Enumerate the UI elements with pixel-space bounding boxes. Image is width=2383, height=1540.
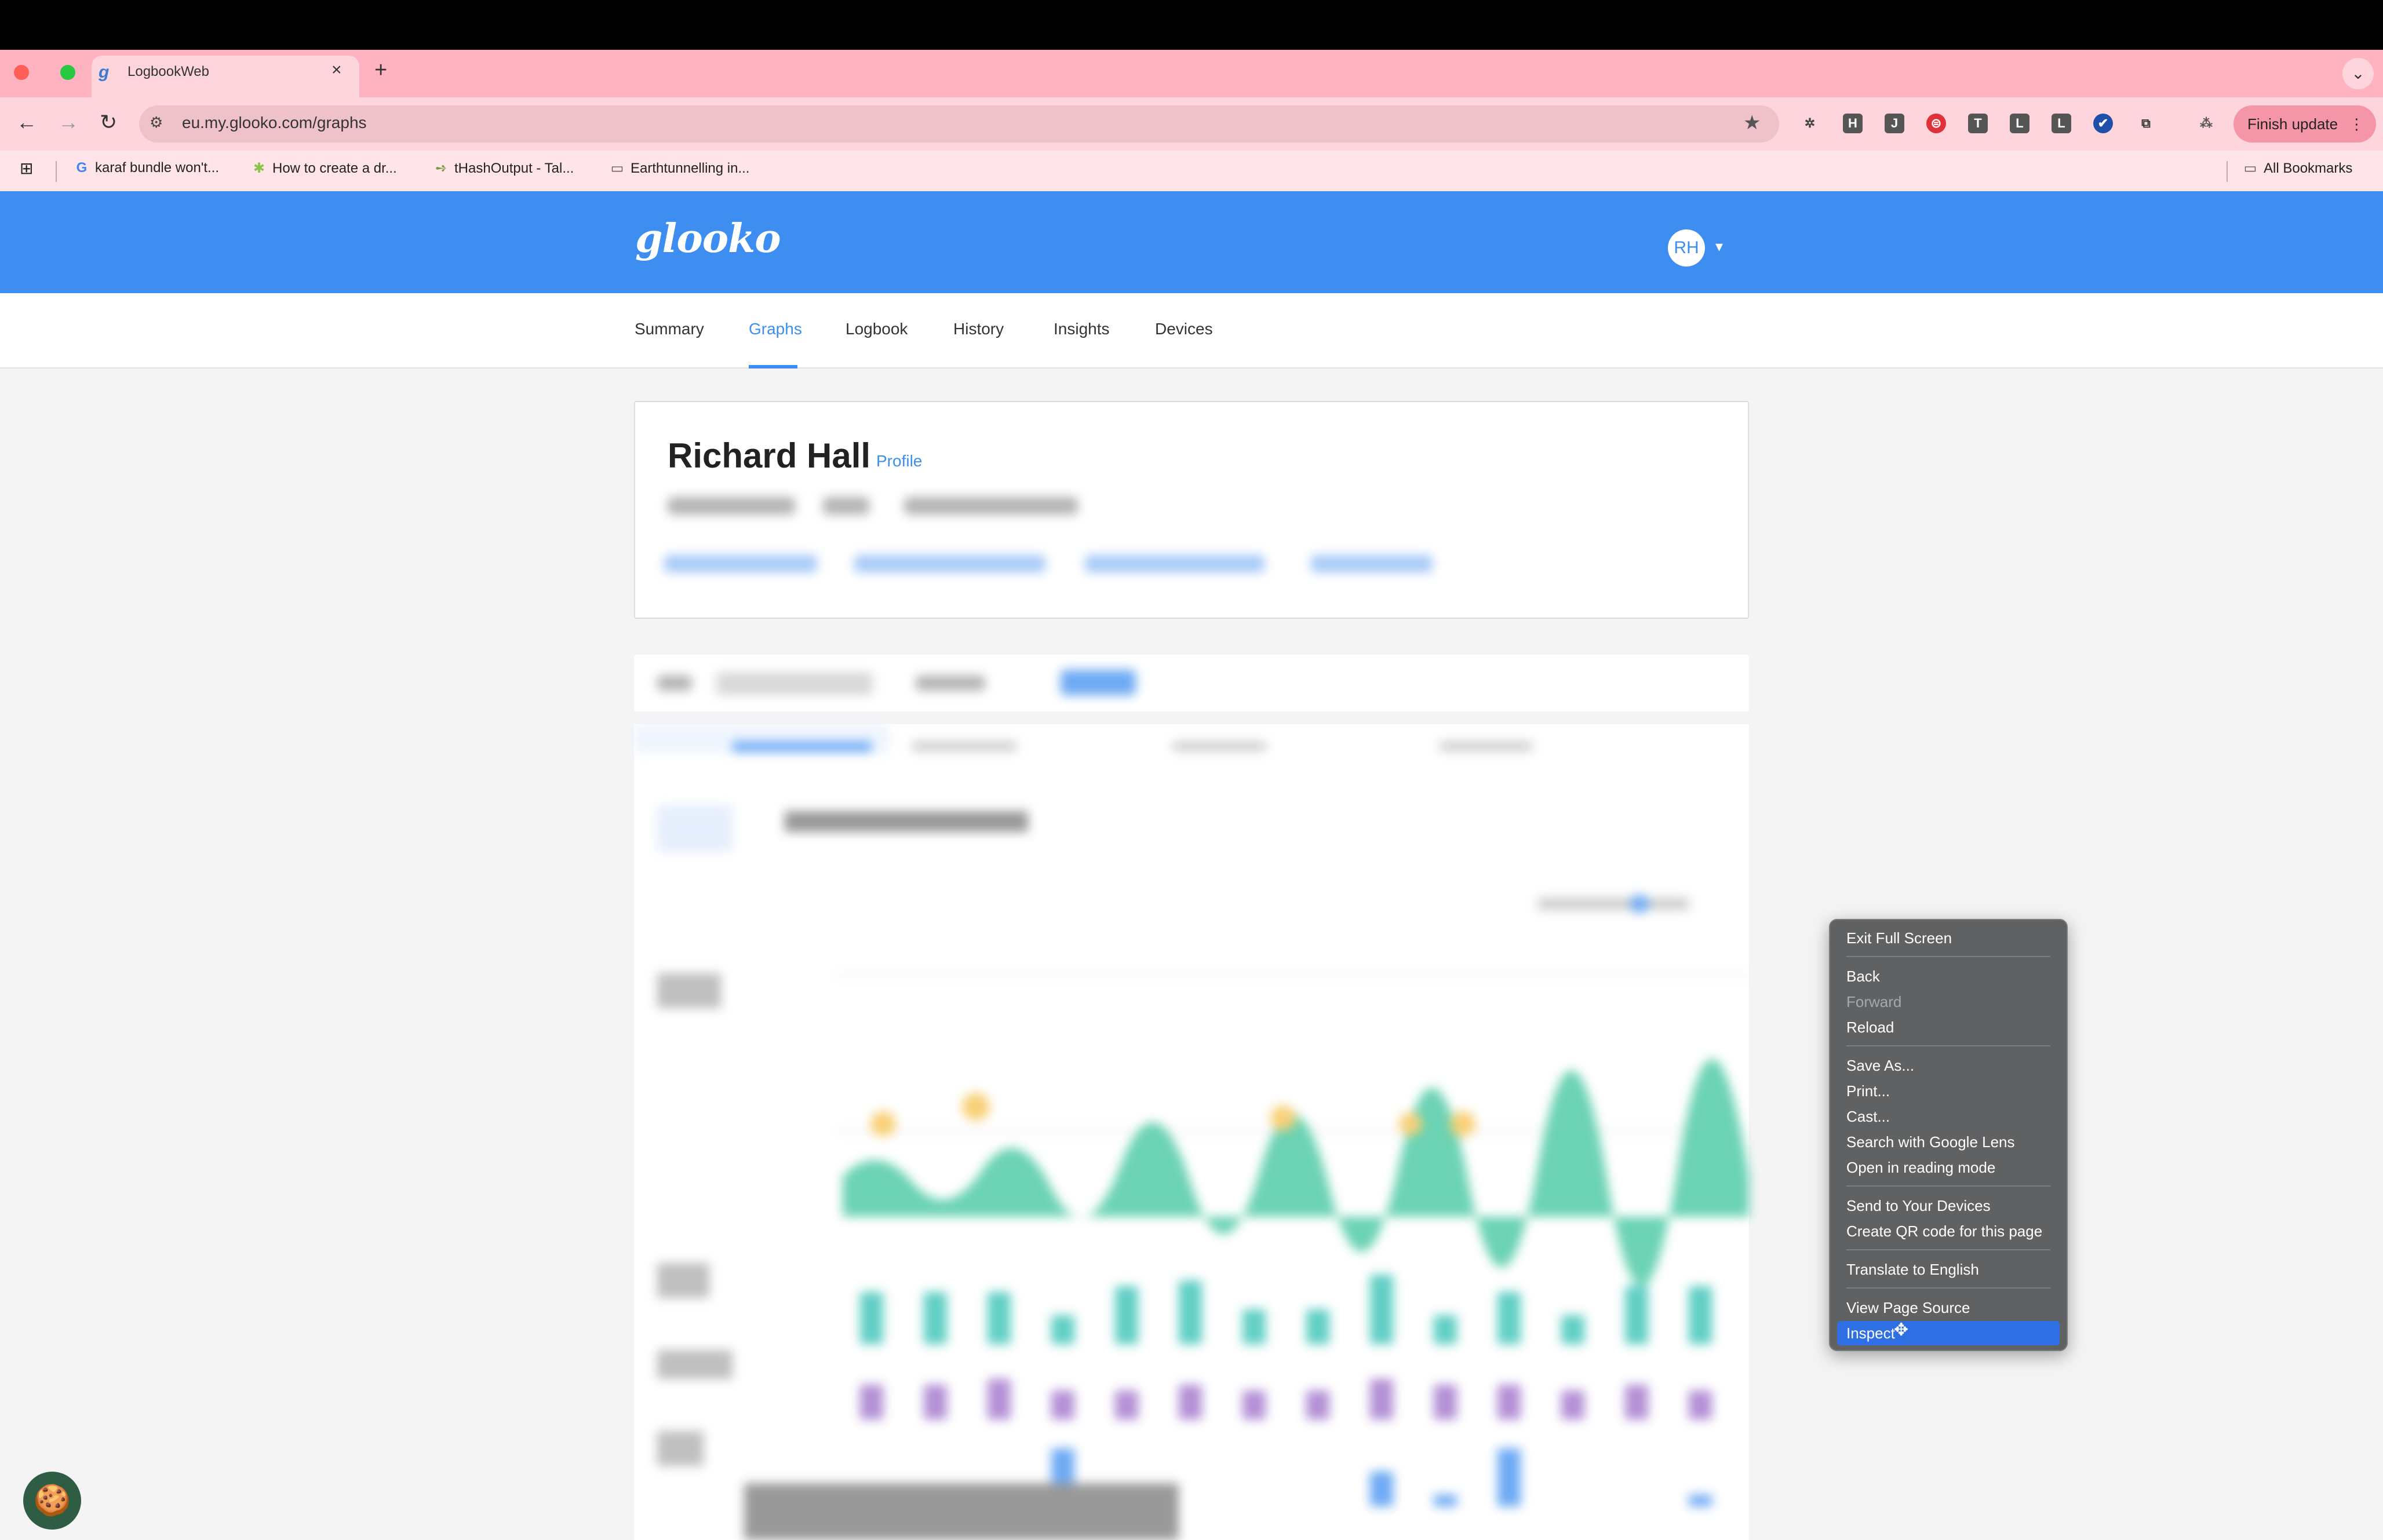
- tab-title: LogbookWeb: [127, 64, 209, 79]
- glooko-favicon-icon: g: [99, 63, 110, 82]
- new-tab-icon[interactable]: +: [374, 58, 387, 83]
- bookmarks-divider: [2227, 161, 2228, 182]
- menu-separator: [1846, 1045, 2050, 1046]
- bookmark-label: tHashOutput - Tal...: [454, 160, 574, 176]
- extension-icon-l2[interactable]: L: [2052, 114, 2071, 133]
- star-bookmark-icon: ✱: [253, 160, 265, 176]
- app-header: [0, 191, 2383, 293]
- site-info-icon[interactable]: ⚙: [150, 114, 163, 132]
- nav-tab-logbook[interactable]: Logbook: [846, 320, 908, 338]
- menu-item-forward: Forward: [1846, 993, 1902, 1010]
- chevron-down-icon[interactable]: ▾: [1715, 238, 1723, 256]
- menu-item-view-page-source[interactable]: View Page Source: [1846, 1299, 1970, 1317]
- nav-tab-graphs[interactable]: Graphs: [749, 320, 802, 338]
- talend-icon: ➺: [435, 160, 447, 176]
- menu-separator: [1846, 956, 2050, 957]
- bookmark-item[interactable]: Gkaraf bundle won't...: [74, 160, 219, 176]
- mac-menu-bar: [0, 0, 2383, 50]
- extensions-puzzle-icon[interactable]: ⧉: [2136, 114, 2156, 133]
- menu-item-search-google-lens[interactable]: Search with Google Lens: [1846, 1133, 2015, 1151]
- bookmark-folder[interactable]: ▭ Earthtunnelling in...: [610, 160, 750, 177]
- bookmark-label: How to create a dr...: [272, 160, 397, 176]
- bookmark-item[interactable]: ✱ How to create a dr...: [252, 160, 397, 177]
- menu-separator: [1846, 1249, 2050, 1250]
- finish-update-label: Finish update: [2247, 115, 2338, 133]
- cookie-icon: 🍪: [33, 1484, 71, 1517]
- extension-icon-h[interactable]: H: [1843, 114, 1863, 133]
- folder-icon: ▭: [2243, 160, 2257, 176]
- google-icon: G: [76, 160, 88, 176]
- extension-icon-red[interactable]: ⊜: [1926, 114, 1946, 133]
- patient-name: Richard Hall: [668, 436, 871, 475]
- apps-grid-icon[interactable]: ⊞: [20, 159, 33, 178]
- menu-separator: [1846, 1287, 2050, 1289]
- address-bar[interactable]: [139, 105, 1779, 143]
- bookmarks-divider: [56, 161, 57, 182]
- menu-item-translate[interactable]: Translate to English: [1846, 1261, 1979, 1279]
- nav-tab-devices[interactable]: Devices: [1155, 320, 1213, 338]
- all-bookmarks-button[interactable]: ▭ All Bookmarks: [2243, 160, 2353, 177]
- finish-update-button[interactable]: Finish update ⋮: [2233, 105, 2376, 143]
- menu-item-exit-full-screen[interactable]: Exit Full Screen: [1846, 929, 1952, 947]
- menu-item-print[interactable]: Print...: [1846, 1082, 1890, 1100]
- active-tab-indicator: [749, 365, 797, 368]
- profile-link[interactable]: Profile: [876, 452, 922, 470]
- menu-item-back[interactable]: Back: [1846, 968, 1880, 986]
- menu-separator: [1846, 1185, 2050, 1187]
- menu-item-cast[interactable]: Cast...: [1846, 1108, 1890, 1126]
- blurred-graphs: [634, 724, 1749, 1540]
- menu-item-inspect[interactable]: Inspect: [1846, 1324, 1895, 1342]
- extension-icon-l1[interactable]: L: [2010, 114, 2029, 133]
- menu-item-send-to-devices[interactable]: Send to Your Devices: [1846, 1197, 1991, 1215]
- browser-menu-icon[interactable]: ⋮: [2349, 115, 2364, 133]
- menu-item-create-qr-code[interactable]: Create QR code for this page: [1846, 1222, 2042, 1240]
- forward-arrow-icon[interactable]: →: [58, 110, 79, 134]
- bookmark-label: Earthtunnelling in...: [631, 160, 750, 176]
- menu-item-reading-mode[interactable]: Open in reading mode: [1846, 1159, 1995, 1177]
- glooko-logo[interactable]: glooko: [635, 216, 781, 262]
- move-cursor-icon: ✥: [1894, 1320, 1909, 1340]
- bookmark-item[interactable]: ➺ tHashOutput - Tal...: [433, 160, 574, 177]
- extension-icon-j[interactable]: J: [1885, 114, 1904, 133]
- back-arrow-icon[interactable]: ←: [16, 110, 37, 134]
- bookmark-star-icon[interactable]: ★: [1743, 111, 1761, 134]
- extension-icon-1[interactable]: ✲: [1800, 114, 1820, 133]
- all-bookmarks-label: All Bookmarks: [2264, 160, 2353, 176]
- cookie-settings-button[interactable]: 🍪: [23, 1472, 81, 1530]
- user-avatar[interactable]: RH: [1668, 229, 1705, 267]
- patient-card: [634, 401, 1749, 619]
- tab-search-icon[interactable]: ⌄: [2342, 58, 2374, 89]
- nav-tab-insights[interactable]: Insights: [1054, 320, 1110, 338]
- reload-icon[interactable]: ↻: [100, 110, 117, 134]
- nav-tab-summary[interactable]: Summary: [635, 320, 704, 338]
- menu-item-save-as[interactable]: Save As...: [1846, 1057, 1914, 1075]
- profile-extension-icon[interactable]: ⁂: [2196, 114, 2216, 133]
- close-window-button[interactable]: [14, 65, 29, 80]
- bookmark-label: karaf bundle won't...: [95, 160, 220, 176]
- fullscreen-window-button[interactable]: [60, 65, 75, 80]
- url-text[interactable]: eu.my.glooko.com/graphs: [182, 114, 367, 132]
- menu-item-reload[interactable]: Reload: [1846, 1019, 1894, 1037]
- nav-tab-history[interactable]: History: [953, 320, 1004, 338]
- extension-icon-t[interactable]: T: [1968, 114, 1988, 133]
- close-tab-icon[interactable]: ×: [331, 60, 342, 80]
- folder-icon: ▭: [610, 160, 624, 176]
- extension-icon-check[interactable]: ✔: [2093, 114, 2113, 133]
